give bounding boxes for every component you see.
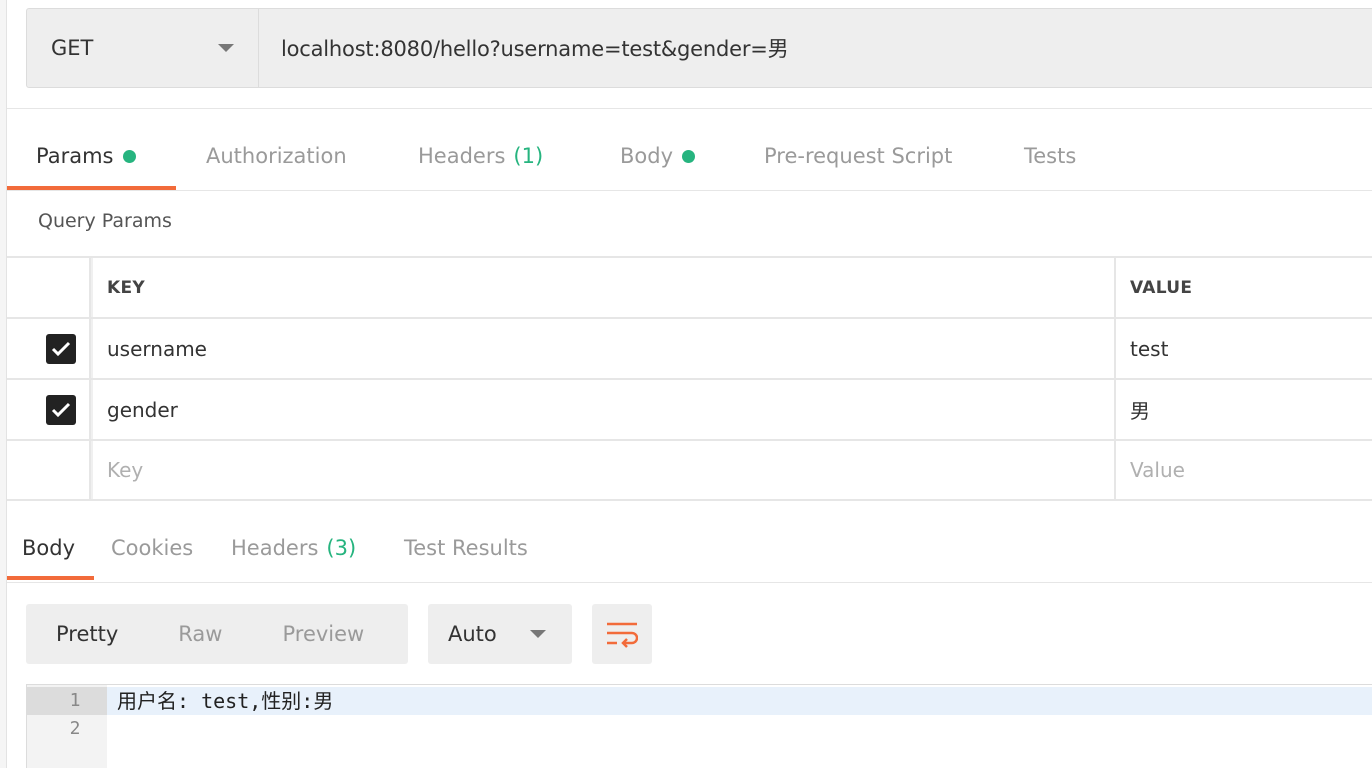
- request-tabs: Params Authorization Headers (1) Body Pr…: [7, 122, 1372, 190]
- tab-authorization[interactable]: Authorization: [206, 122, 347, 190]
- view-pretty-button[interactable]: Pretty: [56, 622, 118, 646]
- checkbox[interactable]: [46, 333, 76, 364]
- method-label: GET: [51, 36, 94, 60]
- tab-response-body[interactable]: Body: [22, 518, 75, 578]
- status-dot-icon: [682, 149, 696, 163]
- wrap-lines-icon: [607, 622, 638, 648]
- tab-label: Authorization: [206, 144, 347, 168]
- tab-test-results[interactable]: Test Results: [404, 518, 528, 578]
- tab-label: Cookies: [111, 536, 194, 560]
- divider: [7, 582, 1372, 583]
- row-checkbox-cell: [7, 441, 91, 499]
- view-mode-group: Pretty Raw Preview: [26, 604, 408, 664]
- checkbox[interactable]: [46, 394, 76, 425]
- chevron-down-icon: [218, 44, 234, 52]
- tab-count-badge: (3): [326, 536, 357, 560]
- tab-headers[interactable]: Headers (1): [418, 122, 543, 190]
- param-value-field[interactable]: test: [1114, 319, 1372, 378]
- tab-label: Body: [620, 144, 674, 168]
- tab-response-headers[interactable]: Headers (3): [231, 518, 356, 578]
- tab-pre-request-script[interactable]: Pre-request Script: [764, 122, 952, 190]
- url-input[interactable]: localhost:8080/hello?username=test&gende…: [259, 9, 1372, 87]
- format-select[interactable]: Auto: [428, 604, 572, 664]
- left-panel-edge: [0, 0, 7, 768]
- tab-label: Pre-request Script: [764, 144, 953, 168]
- tab-label: Headers: [418, 144, 506, 168]
- divider: [7, 108, 1372, 109]
- tab-label: Body: [22, 536, 76, 560]
- param-key-field[interactable]: username: [91, 319, 1114, 378]
- checkmark-icon: [51, 402, 71, 417]
- param-key-field[interactable]: gender: [91, 380, 1114, 439]
- chevron-down-icon: [530, 630, 546, 638]
- tab-count-badge: (1): [513, 144, 544, 168]
- checkmark-icon: [51, 341, 71, 356]
- tab-label: Test Results: [404, 536, 528, 560]
- table-row-new: Key Value: [7, 439, 1372, 501]
- table-row: username test: [7, 317, 1372, 378]
- response-tabs: Body Cookies Headers (3) Test Results: [7, 518, 1372, 582]
- new-key-field[interactable]: Key: [91, 441, 1114, 499]
- tab-tests[interactable]: Tests: [1024, 122, 1076, 190]
- table-row: gender 男: [7, 378, 1372, 439]
- response-body-viewer[interactable]: 1 用户名: test,性别:男 2: [26, 684, 1372, 768]
- view-raw-button[interactable]: Raw: [178, 622, 222, 646]
- row-checkbox-cell: [7, 319, 91, 378]
- tab-cookies[interactable]: Cookies: [111, 518, 193, 578]
- param-value-field[interactable]: 男: [1114, 380, 1372, 439]
- table-header-row: KEY VALUE: [7, 256, 1372, 317]
- tab-params[interactable]: Params: [36, 122, 136, 190]
- value-column-header: VALUE: [1114, 258, 1372, 317]
- active-tab-indicator: [7, 576, 94, 580]
- line-number: 2: [69, 718, 81, 739]
- new-value-field[interactable]: Value: [1114, 441, 1372, 499]
- method-select[interactable]: GET: [27, 9, 259, 87]
- wrap-lines-button[interactable]: [592, 604, 652, 664]
- tab-label: Tests: [1024, 144, 1077, 168]
- request-bar: GET localhost:8080/hello?username=test&g…: [26, 8, 1372, 88]
- params-table: KEY VALUE username test gender 男 Key Val…: [7, 256, 1372, 501]
- line-text: 用户名: test,性别:男: [117, 689, 334, 713]
- tab-label: Params: [36, 144, 114, 168]
- select-column-header: [7, 258, 91, 317]
- code-line: 2: [27, 715, 1372, 743]
- view-preview-button[interactable]: Preview: [282, 622, 364, 646]
- divider: [7, 190, 1372, 191]
- tab-label: Headers: [231, 536, 319, 560]
- format-select-label: Auto: [448, 622, 497, 646]
- key-column-header: KEY: [91, 258, 1114, 317]
- query-params-title: Query Params: [38, 210, 172, 232]
- status-dot-icon: [122, 149, 136, 163]
- row-checkbox-cell: [7, 380, 91, 439]
- line-number: 1: [27, 687, 107, 715]
- tab-body[interactable]: Body: [620, 122, 696, 190]
- code-line: 1 用户名: test,性别:男: [27, 687, 1372, 715]
